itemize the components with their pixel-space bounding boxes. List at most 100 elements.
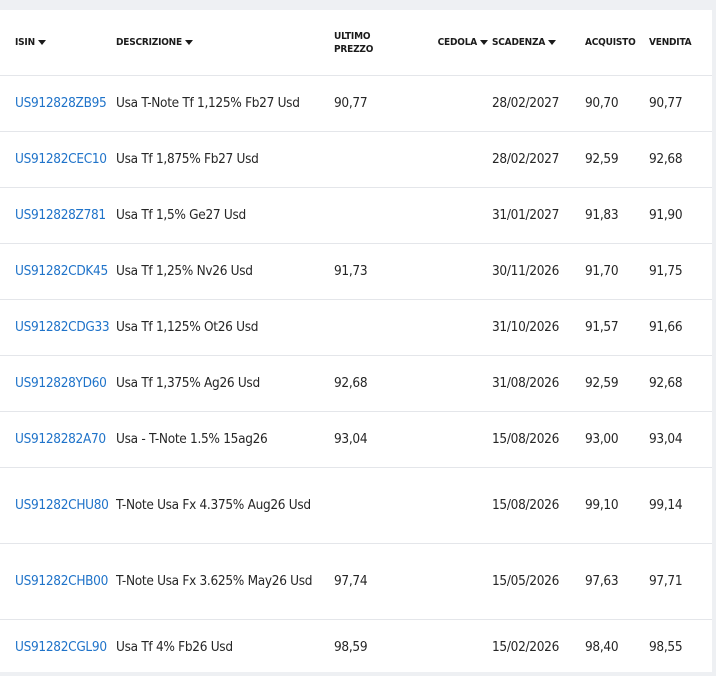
- cell-ultimo-prezzo: [334, 467, 425, 544]
- cell-cedola: [425, 411, 492, 468]
- col-header-acquisto: ACQUISTO: [585, 10, 649, 76]
- cell-cedola: [425, 243, 492, 300]
- col-header-descrizione-label: DESCRIZIONE: [116, 37, 182, 48]
- cell-scadenza: 28/02/2027: [492, 75, 585, 132]
- cell-vendita: 93,04: [649, 411, 712, 468]
- table-row: US9128282A70 Usa - T-Note 1.5% 15ag26 93…: [0, 411, 712, 468]
- cell-isin: US91282CHB00: [0, 543, 116, 620]
- sort-caret-icon[interactable]: [480, 39, 488, 45]
- isin-link[interactable]: US912828Z781: [15, 207, 106, 223]
- isin-link[interactable]: US91282CGL90: [15, 639, 107, 655]
- col-header-cedola[interactable]: CEDOLA: [425, 10, 492, 76]
- cell-acquisto: 98,40: [585, 619, 649, 675]
- cell-ultimo-prezzo: 98,59: [334, 619, 425, 675]
- cell-acquisto: 92,59: [585, 355, 649, 412]
- isin-link[interactable]: US91282CDK45: [15, 263, 108, 279]
- cell-vendita: 98,55: [649, 619, 712, 675]
- sort-caret-icon[interactable]: [184, 39, 193, 45]
- cell-vendita: 90,77: [649, 75, 712, 132]
- cell-ultimo-prezzo: [334, 299, 425, 356]
- cell-descrizione: Usa Tf 4% Fb26 Usd: [116, 619, 334, 675]
- table-row: US912828Z781 Usa Tf 1,5% Ge27 Usd 31/01/…: [0, 187, 712, 244]
- cell-cedola: [425, 467, 492, 544]
- cell-vendita: 92,68: [649, 355, 712, 412]
- table-row: US91282CHB00 T-Note Usa Fx 3.625% May26 …: [0, 543, 712, 620]
- right-border: [712, 0, 716, 676]
- table-row: US91282CDG33 Usa Tf 1,125% Ot26 Usd 31/1…: [0, 299, 712, 356]
- table-row: US912828YD60 Usa Tf 1,375% Ag26 Usd 92,6…: [0, 355, 712, 412]
- isin-link[interactable]: US9128282A70: [15, 431, 106, 447]
- cell-acquisto: 90,70: [585, 75, 649, 132]
- col-header-isin-label: ISIN: [15, 37, 35, 48]
- isin-link[interactable]: US91282CEC10: [15, 151, 107, 167]
- col-header-cedola-label: CEDOLA: [437, 37, 478, 48]
- cell-isin: US91282CEC10: [0, 131, 116, 188]
- cell-ultimo-prezzo: 93,04: [334, 411, 425, 468]
- cell-acquisto: 93,00: [585, 411, 649, 468]
- cell-isin: US91282CDK45: [0, 243, 116, 300]
- isin-link[interactable]: US91282CHB00: [15, 573, 108, 589]
- cell-vendita: 92,68: [649, 131, 712, 188]
- cell-ultimo-prezzo: [334, 187, 425, 244]
- cell-isin: US912828ZB95: [0, 75, 116, 132]
- cell-ultimo-prezzo: [334, 131, 425, 188]
- cell-scadenza: 15/08/2026: [492, 467, 585, 544]
- cell-acquisto: 99,10: [585, 467, 649, 544]
- cell-cedola: [425, 187, 492, 244]
- sort-caret-icon[interactable]: [548, 39, 557, 45]
- table-row: US912828ZB95 Usa T-Note Tf 1,125% Fb27 U…: [0, 75, 712, 132]
- col-header-descrizione[interactable]: DESCRIZIONE: [116, 10, 334, 76]
- isin-link[interactable]: US912828YD60: [15, 375, 107, 391]
- sort-caret-icon[interactable]: [37, 39, 46, 45]
- col-header-vendita-label: VENDITA: [649, 37, 692, 48]
- cell-isin: US912828YD60: [0, 355, 116, 412]
- cell-isin: US91282CDG33: [0, 299, 116, 356]
- cell-isin: US91282CGL90: [0, 619, 116, 675]
- cell-descrizione: Usa Tf 1,125% Ot26 Usd: [116, 299, 334, 356]
- col-header-scadenza[interactable]: SCADENZA: [492, 10, 585, 76]
- cell-ultimo-prezzo: 97,74: [334, 543, 425, 620]
- cell-scadenza: 31/08/2026: [492, 355, 585, 412]
- cell-descrizione: Usa - T-Note 1.5% 15ag26: [116, 411, 334, 468]
- cell-cedola: [425, 131, 492, 188]
- table-row: US91282CHU80 T-Note Usa Fx 4.375% Aug26 …: [0, 467, 712, 544]
- cell-isin: US91282CHU80: [0, 467, 116, 544]
- cell-descrizione: Usa T-Note Tf 1,125% Fb27 Usd: [116, 75, 334, 132]
- cell-descrizione: Usa Tf 1,25% Nv26 Usd: [116, 243, 334, 300]
- cell-vendita: 97,71: [649, 543, 712, 620]
- cell-acquisto: 91,70: [585, 243, 649, 300]
- isin-link[interactable]: US91282CDG33: [15, 319, 110, 335]
- table-row: US91282CGL90 Usa Tf 4% Fb26 Usd 98,59 15…: [0, 619, 712, 675]
- cell-cedola: [425, 543, 492, 620]
- cell-isin: US9128282A70: [0, 411, 116, 468]
- isin-link[interactable]: US91282CHU80: [15, 497, 109, 513]
- cell-acquisto: 91,83: [585, 187, 649, 244]
- cell-scadenza: 15/08/2026: [492, 411, 585, 468]
- cell-scadenza: 15/05/2026: [492, 543, 585, 620]
- cell-isin: US912828Z781: [0, 187, 116, 244]
- col-header-ultimo-prezzo: ULTIMO PREZZO: [334, 10, 425, 76]
- cell-scadenza: 31/01/2027: [492, 187, 585, 244]
- cell-descrizione: Usa Tf 1,375% Ag26 Usd: [116, 355, 334, 412]
- col-header-ultimo-prezzo-label: ULTIMO PREZZO: [334, 30, 374, 55]
- cell-ultimo-prezzo: 90,77: [334, 75, 425, 132]
- table-row: US91282CDK45 Usa Tf 1,25% Nv26 Usd 91,73…: [0, 243, 712, 300]
- cell-vendita: 91,90: [649, 187, 712, 244]
- cell-acquisto: 91,57: [585, 299, 649, 356]
- top-border: [0, 0, 716, 10]
- cell-descrizione: T-Note Usa Fx 3.625% May26 Usd: [116, 543, 334, 620]
- isin-link[interactable]: US912828ZB95: [15, 95, 107, 111]
- cell-ultimo-prezzo: 92,68: [334, 355, 425, 412]
- bond-table: ISIN DESCRIZIONE ULTIMO PREZZO CEDOLA SC…: [0, 10, 712, 675]
- cell-vendita: 91,75: [649, 243, 712, 300]
- cell-ultimo-prezzo: 91,73: [334, 243, 425, 300]
- col-header-isin[interactable]: ISIN: [0, 10, 116, 76]
- col-header-vendita: VENDITA: [649, 10, 712, 76]
- cell-descrizione: T-Note Usa Fx 4.375% Aug26 Usd: [116, 467, 334, 544]
- cell-cedola: [425, 75, 492, 132]
- cell-descrizione: Usa Tf 1,875% Fb27 Usd: [116, 131, 334, 188]
- cell-vendita: 91,66: [649, 299, 712, 356]
- cell-scadenza: 15/02/2026: [492, 619, 585, 675]
- cell-acquisto: 97,63: [585, 543, 649, 620]
- cell-cedola: [425, 299, 492, 356]
